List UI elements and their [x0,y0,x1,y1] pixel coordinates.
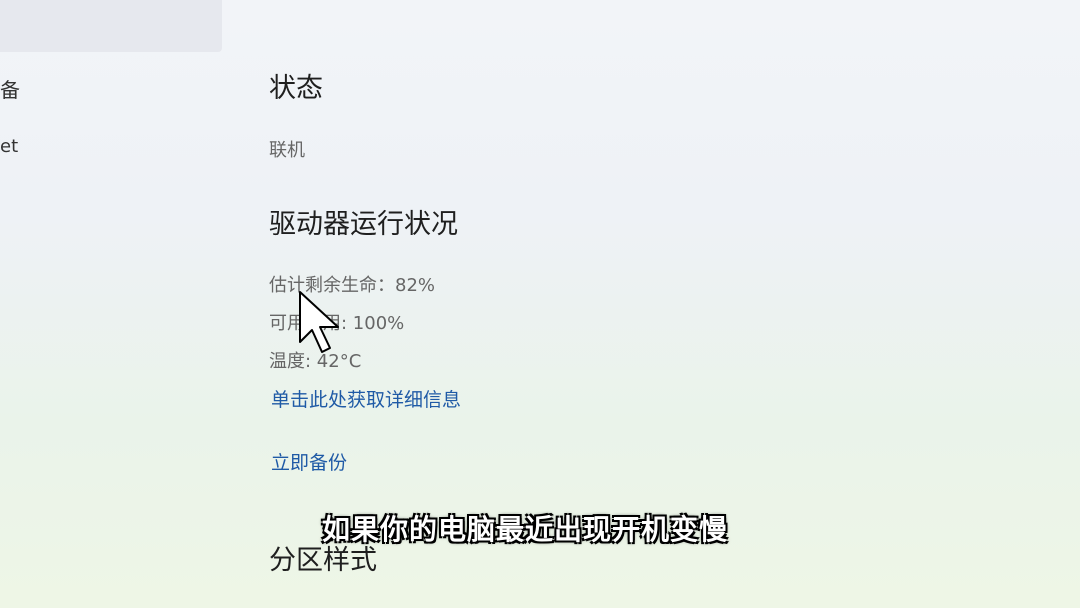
details-link[interactable]: 单击此处获取详细信息 [271,385,461,412]
estimated-life-text: 估计剩余生命：82% [269,275,436,296]
drive-health-heading: 驱动器运行状况 [269,209,458,240]
mouse-pointer-icon [299,291,339,353]
video-subtitle: 如果你的电脑最近出现开机变慢 [322,513,729,546]
sidebar-item-partial-2[interactable]: et [0,136,18,157]
backup-now-link[interactable]: 立即备份 [271,448,347,475]
status-heading: 状态 [269,73,323,104]
status-value: 联机 [269,140,305,161]
sidebar-item-partial[interactable]: 备 [0,74,20,103]
sidebar-selected-item-background [0,0,222,52]
